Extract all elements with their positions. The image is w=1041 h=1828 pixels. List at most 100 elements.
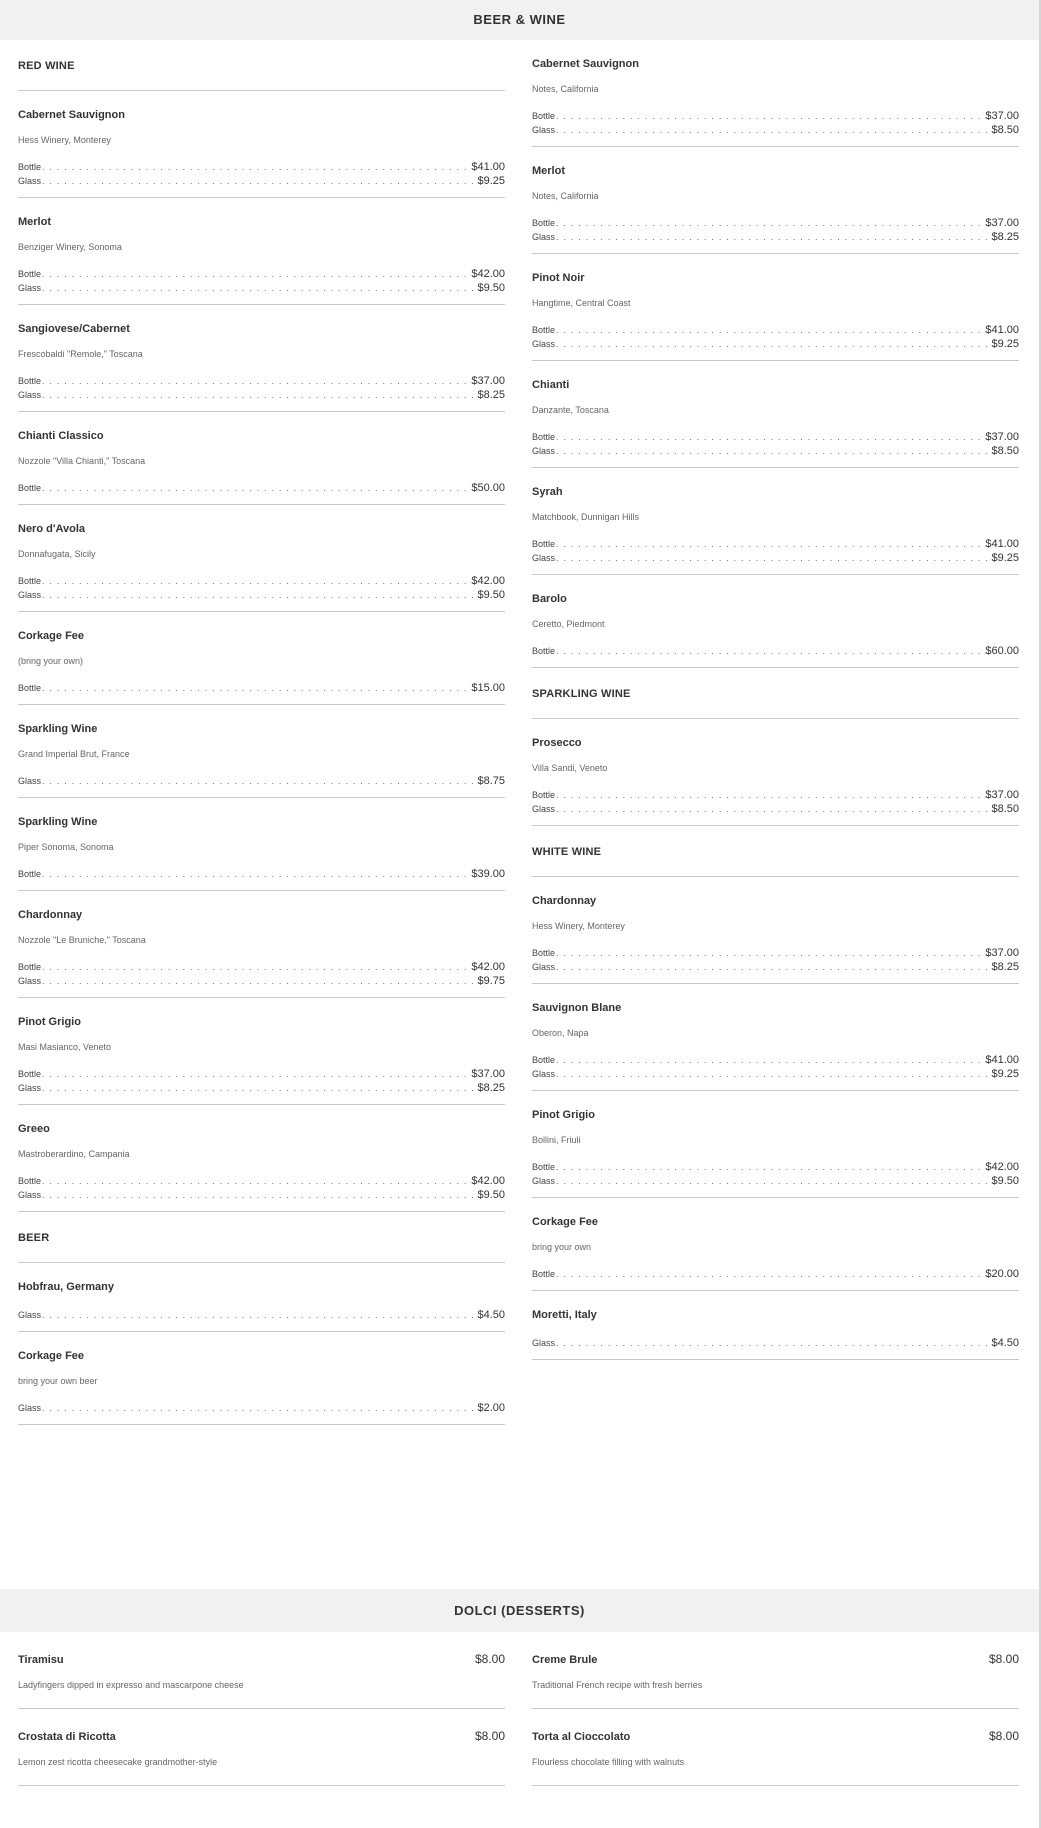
menu-item: Pinot Noir Hangtime, Central Coast Bottle … xyxy=(532,254,1019,361)
dot-leader: . . . . . . . . . . . . . . . . . . . . … xyxy=(556,125,990,135)
dolci-title: DOLCI (DESSERTS) xyxy=(454,1603,585,1618)
item-description: Notes, California xyxy=(532,84,599,94)
menu-item: Pinot Grigio Masi Masianco, Veneto Bottle … xyxy=(18,998,505,1105)
price-value: $4.50 xyxy=(991,1337,1019,1349)
price-label: Bottle xyxy=(18,1069,42,1079)
item-name: Cabernet Sauvignon xyxy=(532,58,639,70)
item-name: Corkage Fee xyxy=(18,630,85,642)
price-value: $9.50 xyxy=(477,282,505,294)
menu-item: Merlot Benziger Winery, Sonoma Bottle . . … xyxy=(18,198,505,305)
item-name: Cabernet Sauvignon xyxy=(18,109,125,121)
dot-leader: . . . . . . . . . . . . . . . . . . . . … xyxy=(42,390,476,400)
price-value: $41.00 xyxy=(471,161,505,173)
price-value: $8.25 xyxy=(991,231,1019,243)
price-value: $8.25 xyxy=(477,1082,505,1094)
price-line: Bottle . . . . . . . . . . . . . . . . .… xyxy=(532,1268,1019,1282)
dot-leader: . . . . . . . . . . . . . . . . . . . . … xyxy=(42,683,470,693)
menu-item: Cabernet Sauvignon Hess Winery, Monterey B… xyxy=(18,91,505,198)
price-label: Glass xyxy=(532,339,556,349)
item-name: Sauvignon Blane xyxy=(532,1002,622,1014)
price-label: Glass xyxy=(18,1310,42,1320)
price-label: Glass xyxy=(18,1083,42,1093)
price-value: $41.00 xyxy=(985,324,1019,336)
price-label: Bottle xyxy=(18,269,42,279)
right-column: Cabernet Sauvignon Notes, California Bottl… xyxy=(532,40,1019,1360)
price-value: $37.00 xyxy=(985,110,1019,122)
menu-item: Sparkling Wine Grand Imperial Brut, Franc… xyxy=(18,705,505,798)
price-label: Glass xyxy=(532,446,556,456)
item-name: Prosecco xyxy=(532,737,582,749)
menu-item: Sauvignon Blane Oberon, Napa Bottle . . . … xyxy=(532,984,1019,1091)
price-value: $9.25 xyxy=(991,1068,1019,1080)
price-value: $2.00 xyxy=(477,1402,505,1414)
price-line: Bottle . . . . . . . . . . . . . . . . .… xyxy=(532,324,1019,338)
dot-leader: . . . . . . . . . . . . . . . . . . . . … xyxy=(556,111,984,121)
dot-leader: . . . . . . . . . . . . . . . . . . . . … xyxy=(42,1310,476,1320)
item-description: bring your own xyxy=(532,1242,592,1252)
menu-item: Barolo Ceretto, Piedmont Bottle . . . . . … xyxy=(532,575,1019,668)
dessert-description: Traditional French recipe with fresh ber… xyxy=(532,1680,703,1690)
dot-leader: . . . . . . . . . . . . . . . . . . . . … xyxy=(42,1069,470,1079)
price-value: $37.00 xyxy=(471,1068,505,1080)
item-name: Moretti, Italy xyxy=(532,1309,597,1321)
item-name: Pinot Noir xyxy=(532,272,585,284)
dessert-price: $8.00 xyxy=(988,1729,1019,1743)
price-label: Bottle xyxy=(532,948,556,958)
price-line: Bottle . . . . . . . . . . . . . . . . .… xyxy=(18,375,505,389)
price-label: Glass xyxy=(532,962,556,972)
price-label: Glass xyxy=(18,1190,42,1200)
price-value: $42.00 xyxy=(471,1175,505,1187)
price-label: Bottle xyxy=(532,539,556,549)
dot-leader: . . . . . . . . . . . . . . . . . . . . … xyxy=(556,1055,984,1065)
item-description: Villa Sandi, Veneto xyxy=(532,763,608,773)
price-value: $9.25 xyxy=(477,175,505,187)
dessert-description: Flourless chocolate filling with walnuts xyxy=(532,1757,685,1767)
price-value: $41.00 xyxy=(985,538,1019,550)
price-label: Bottle xyxy=(18,962,42,972)
price-value: $37.00 xyxy=(985,431,1019,443)
price-label: Bottle xyxy=(532,325,556,335)
price-label: Bottle xyxy=(532,790,556,800)
dot-leader: . . . . . . . . . . . . . . . . . . . . … xyxy=(42,590,476,600)
price-line: Bottle . . . . . . . . . . . . . . . . .… xyxy=(532,645,1019,659)
price-label: Bottle xyxy=(18,576,42,586)
item-description: Nozzole "Le Bruniche," Toscana xyxy=(18,935,146,945)
price-value: $42.00 xyxy=(471,268,505,280)
item-description: Donnafugata, Sicily xyxy=(18,549,96,559)
item-name: Chianti Classico xyxy=(18,430,104,442)
price-label: Glass xyxy=(18,976,42,986)
price-value: $9.75 xyxy=(477,975,505,987)
price-value: $60.00 xyxy=(985,645,1019,657)
price-line: Bottle . . . . . . . . . . . . . . . . .… xyxy=(18,161,505,175)
menu-item: Sangiovese/Cabernet Frescobaldi "Remole,"… xyxy=(18,305,505,412)
price-value: $41.00 xyxy=(985,1054,1019,1066)
price-label: Glass xyxy=(532,1338,556,1348)
dot-leader: . . . . . . . . . . . . . . . . . . . . … xyxy=(556,539,984,549)
price-line: Bottle . . . . . . . . . . . . . . . . .… xyxy=(18,1068,505,1082)
price-line: Bottle . . . . . . . . . . . . . . . . .… xyxy=(18,482,505,496)
dot-leader: . . . . . . . . . . . . . . . . . . . . … xyxy=(42,576,470,586)
price-value: $8.25 xyxy=(991,961,1019,973)
price-value: $8.50 xyxy=(991,445,1019,457)
section-heading: RED WINE xyxy=(18,40,505,91)
menu-item: Corkage Fee (bring your own) Bottle . . . … xyxy=(18,612,505,705)
price-value: $42.00 xyxy=(471,575,505,587)
item-description: Grand Imperial Brut, France xyxy=(18,749,130,759)
menu-item: Corkage Fee bring your own Bottle . . . . … xyxy=(532,1198,1019,1291)
item-description: Hangtime, Central Coast xyxy=(532,298,631,308)
price-line: Glass . . . . . . . . . . . . . . . . . … xyxy=(18,1189,505,1203)
dot-leader: . . . . . . . . . . . . . . . . . . . . … xyxy=(556,1162,984,1172)
price-value: $8.75 xyxy=(477,775,505,787)
dot-leader: . . . . . . . . . . . . . . . . . . . . … xyxy=(556,553,990,563)
item-name: Sparkling Wine xyxy=(18,816,98,828)
dessert-item: Tiramisu $8.00 Ladyfingers dipped in expre… xyxy=(18,1632,505,1709)
menu-item: Nero d'Avola Donnafugata, Sicily Bottle . … xyxy=(18,505,505,612)
price-label: Bottle xyxy=(532,432,556,442)
price-line: Bottle . . . . . . . . . . . . . . . . .… xyxy=(18,1175,505,1189)
dot-leader: . . . . . . . . . . . . . . . . . . . . … xyxy=(556,325,984,335)
price-line: Bottle . . . . . . . . . . . . . . . . .… xyxy=(532,538,1019,552)
price-label: Glass xyxy=(532,1176,556,1186)
menu-item: Hobfrau, Germany Glass . . . . . . . . . … xyxy=(18,1263,505,1332)
item-description: Hess Winery, Monterey xyxy=(18,135,111,145)
price-label: Glass xyxy=(532,804,556,814)
